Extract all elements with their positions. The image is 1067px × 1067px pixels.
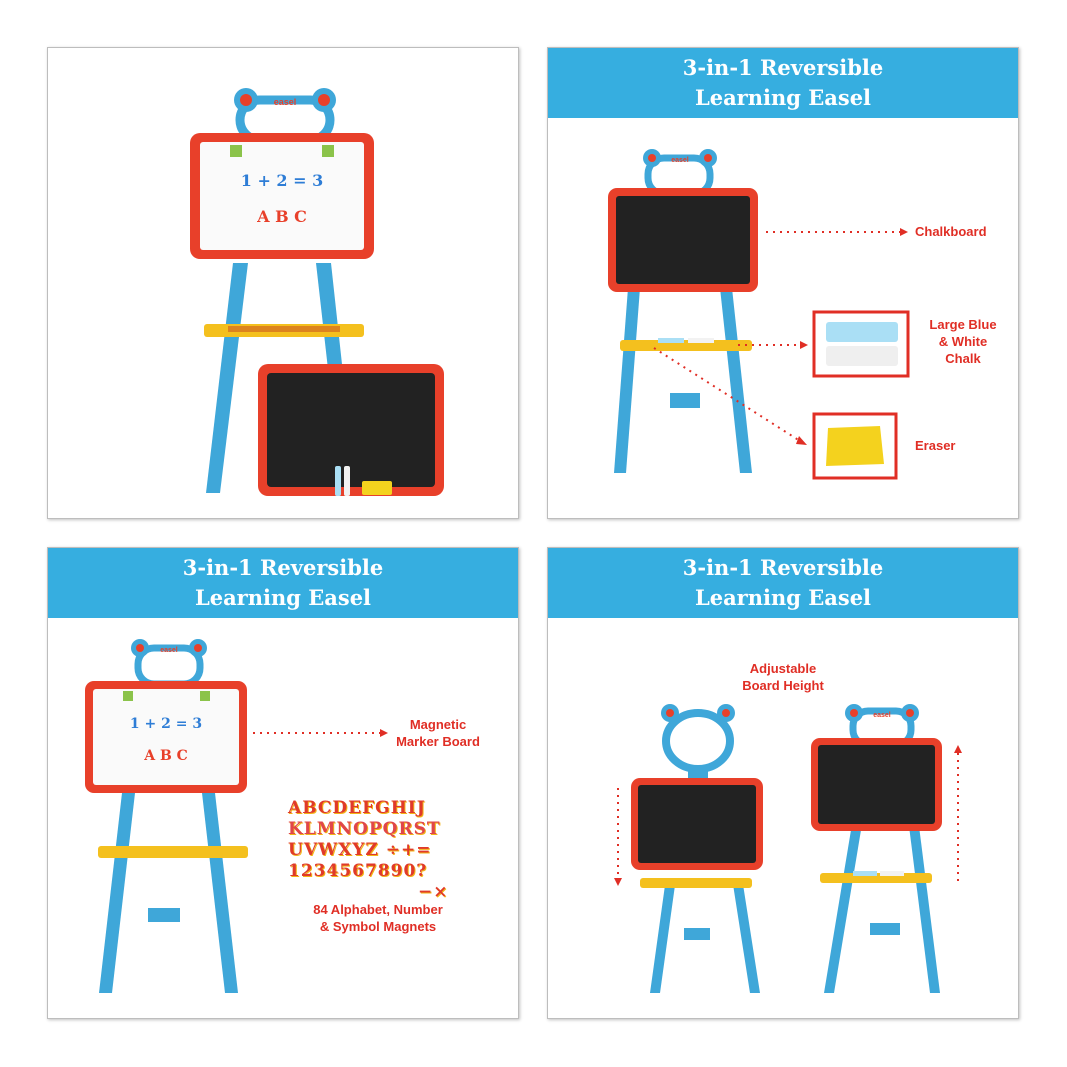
adjustable-height-panel: 3-in-1 Reversible Learning Easel Adjusta… [547,547,1019,1019]
svg-text:easel: easel [873,712,891,719]
label-eraser: Eraser [915,438,956,453]
svg-text:easel: easel [671,157,689,164]
product-photo-panel: easel 1 + 2 = 3 A B C [47,47,519,519]
easel-tray [98,846,248,858]
svg-text:easel: easel [160,647,178,654]
svg-text:A B C: A B C [143,748,188,764]
label-magnets: 84 Alphabet, Number & Symbol Magnets [313,902,443,934]
chalkboard-surface [616,196,750,284]
easel-leg-left [206,263,248,493]
whiteboard-math: 1 + 2 = 3 [241,171,324,190]
easel-tray [620,340,752,351]
chalk-inset [812,310,910,378]
easel-illustration: easel 1 + 2 = 3 A B C [190,88,444,496]
svg-text:1 + 2 = 3: 1 + 2 = 3 [130,716,202,732]
label-chalkboard: Chalkboard [915,224,987,239]
whiteboard-letters: A B C [256,207,307,226]
whiteboard-surface [200,142,364,250]
chalkboard-surface [267,373,435,487]
easel-illustration: easel [614,704,962,993]
magnet-set: ABCDEFGHIJ KLMNOPQRST UVWXYZ ÷+= 1234567… [288,798,449,902]
label-chalk: Large Blue & White Chalk [929,317,997,366]
chalkboard-features-panel: 3-in-1 Reversible Learning Easel easel C… [547,47,1019,519]
whiteboard-surface [93,689,239,785]
easel-logo: easel [274,97,297,107]
easel-illustration: easel 1 + 2 = 3 A B C [85,639,388,993]
magnetic-board-panel: 3-in-1 Reversible Learning Easel easel 1… [47,547,519,1019]
label-magnetic-board: Magnetic Marker Board [396,717,480,749]
